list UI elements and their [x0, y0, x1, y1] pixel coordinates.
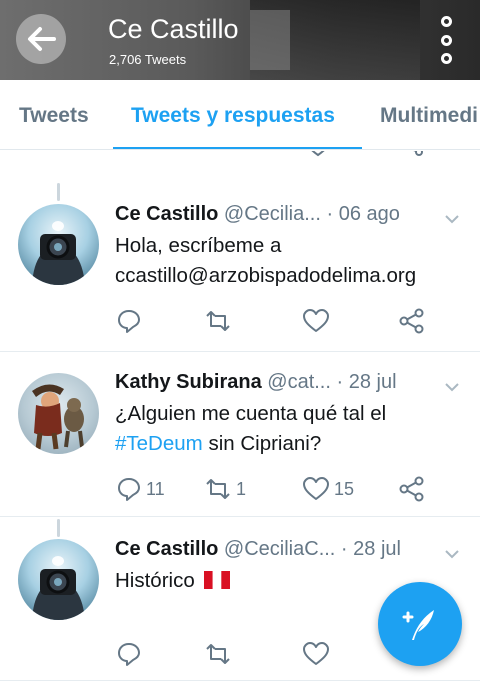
heart-icon	[303, 309, 329, 332]
tab-tweets-replies[interactable]: Tweets y respuestas	[131, 104, 335, 128]
retweet-button[interactable]	[204, 641, 232, 667]
tab-media[interactable]: Multimedi	[380, 104, 478, 128]
chevron-down-icon[interactable]	[444, 379, 460, 395]
avatar[interactable]	[18, 204, 99, 285]
like-button[interactable]	[302, 641, 330, 667]
active-tab-indicator	[113, 147, 362, 149]
previous-tweet-actions	[0, 151, 480, 160]
tweet-divider	[0, 351, 480, 352]
author-name[interactable]: Ce Castillo	[115, 538, 218, 560]
retweet-icon	[206, 479, 230, 499]
tweet-text: ¿Alguien me cuenta qué tal el #TeDeum si…	[115, 399, 465, 459]
like-count: 15	[334, 478, 355, 499]
tweet-divider	[0, 516, 480, 517]
tweet-header: Kathy Subirana @cat... · 28 jul	[115, 371, 397, 394]
retweet-icon	[206, 644, 230, 664]
heart-icon	[303, 642, 329, 665]
reply-button[interactable]: 11	[116, 476, 165, 502]
retweet-count: 1	[236, 478, 247, 499]
reply-icon	[118, 478, 140, 501]
retweet-button[interactable]: 1	[204, 476, 246, 502]
hashtag-link[interactable]: #TeDeum	[115, 432, 203, 455]
tweet-actions: 11 1 15	[112, 476, 432, 502]
share-icon	[399, 476, 424, 502]
tab-tweets[interactable]: Tweets	[19, 104, 89, 128]
tweet-date: · 28 jul	[340, 538, 401, 560]
tweet-text: Hola, escríbeme a ccastillo@arzobispadod…	[115, 231, 465, 291]
tweet-text-link[interactable]: ccastillo@arzobispadodelima.org	[115, 261, 465, 291]
retweet-button[interactable]	[204, 308, 232, 334]
tweet-date: · 06 ago	[326, 203, 400, 225]
tweet-actions	[112, 308, 432, 334]
reply-icon[interactable]	[114, 151, 142, 160]
share-icon[interactable]	[399, 151, 425, 160]
tweet-text-fragment: sin Cipriani?	[202, 432, 322, 455]
tweet-date: · 28 jul	[336, 371, 397, 393]
like-button[interactable]	[302, 308, 330, 334]
thread-connector	[57, 183, 60, 201]
author-handle[interactable]: @Cecilia...	[224, 203, 321, 225]
heart-icon[interactable]	[304, 151, 332, 160]
chevron-down-icon[interactable]	[444, 211, 460, 227]
more-vertical-icon	[440, 16, 452, 27]
tweet-count: 2,706 Tweets	[109, 52, 187, 67]
share-button[interactable]	[398, 308, 426, 334]
tweet-text-line: Histórico	[115, 569, 195, 592]
profile-tabs: Tweets Tweets y respuestas Multimedi	[0, 80, 480, 150]
tweet-text-line: ¿Alguien me cuenta qué tal el	[115, 402, 387, 425]
share-button[interactable]	[398, 476, 426, 502]
avatar[interactable]	[18, 539, 99, 620]
reply-icon	[118, 643, 140, 666]
tweet-text-line: Hola, escríbeme a	[115, 234, 282, 257]
author-name[interactable]: Kathy Subirana	[115, 371, 262, 393]
like-button[interactable]: 15	[302, 476, 354, 502]
compose-quill-icon	[402, 610, 434, 640]
share-icon	[399, 308, 424, 334]
author-name[interactable]: Ce Castillo	[115, 203, 218, 225]
tweet-text-line: #TeDeum sin Cipriani?	[115, 429, 465, 459]
author-handle[interactable]: @CeciliaC...	[224, 538, 335, 560]
reply-button[interactable]	[116, 641, 142, 667]
tweet-divider	[0, 680, 480, 681]
reply-icon	[118, 310, 140, 333]
retweet-icon[interactable]	[212, 151, 238, 160]
thread-connector	[57, 519, 60, 537]
profile-title: Ce Castillo	[108, 14, 239, 44]
avatar-photo	[32, 384, 84, 450]
reply-count: 11	[146, 478, 165, 499]
avatar[interactable]	[18, 373, 99, 454]
back-button[interactable]	[16, 14, 66, 64]
heart-icon	[303, 477, 329, 500]
more-vertical-icon	[440, 34, 452, 46]
retweet-icon	[206, 311, 230, 331]
header-banner-detail	[250, 10, 290, 70]
author-handle[interactable]: @cat...	[267, 371, 331, 393]
back-arrow-icon	[28, 27, 56, 51]
avatar-photo	[32, 556, 85, 620]
more-vertical-icon	[440, 53, 452, 64]
reply-button[interactable]	[116, 308, 142, 334]
profile-header: Ce Castillo 2,706 Tweets	[0, 0, 480, 80]
tweet-header: Ce Castillo @CeciliaC... · 28 jul	[115, 538, 401, 561]
peru-flag-icon	[204, 571, 231, 589]
avatar-photo	[32, 221, 85, 285]
compose-tweet-button[interactable]	[378, 582, 462, 666]
chevron-down-icon[interactable]	[444, 546, 460, 562]
tweet-header: Ce Castillo @Cecilia... · 06 ago	[115, 203, 400, 226]
more-options-button[interactable]	[436, 16, 456, 64]
